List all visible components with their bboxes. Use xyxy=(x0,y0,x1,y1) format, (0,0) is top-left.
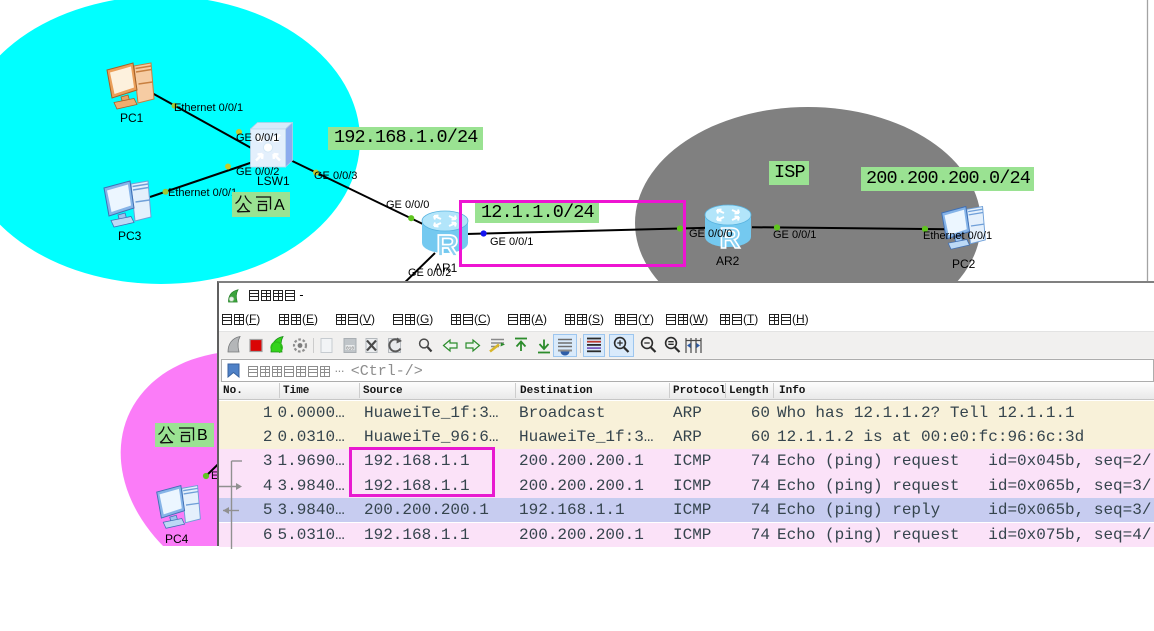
svg-text:R: R xyxy=(436,228,458,256)
svg-text:010: 010 xyxy=(346,346,354,352)
